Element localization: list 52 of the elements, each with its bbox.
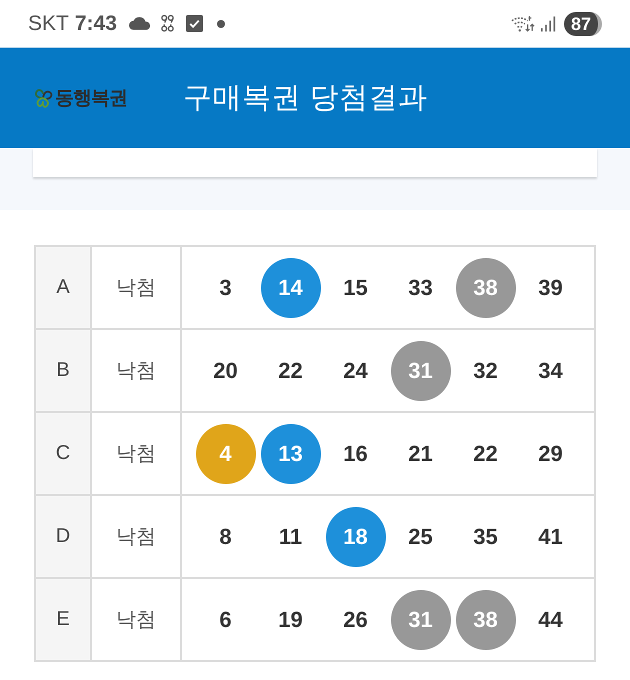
lottery-number: 33 [408,274,433,300]
number-ball: 13 [260,424,320,484]
game-label-cell: E [35,578,91,661]
logo-text: 동행복권 [55,87,127,111]
lottery-number: 35 [473,524,498,550]
cloud-icon [128,17,151,30]
lottery-number: 22 [473,440,498,466]
lottery-number: 41 [538,524,563,550]
game-label-cell: B [35,329,91,412]
lottery-number: 22 [278,358,303,384]
lottery-number: 20 [213,358,238,384]
lottery-number: 26 [343,606,368,632]
result-cell: 낙첨 [91,412,181,495]
game-label-cell: D [35,495,91,578]
number-ball: 31 [390,340,450,400]
lottery-number: 16 [343,440,368,466]
signal-icon [540,16,556,32]
result-cell: 낙첨 [91,495,181,578]
number-ball: 14 [260,258,320,318]
lottery-number: 6 [219,606,232,632]
carrier-name: SKT [28,12,69,36]
lottery-number: 29 [538,440,563,466]
battery-indicator: 87 [564,12,602,36]
lottery-number: 34 [538,358,563,384]
number-ball: 38 [456,258,516,318]
number-ball: 38 [456,590,516,650]
number-ball: 4 [196,424,256,484]
clock-time: 7:43 [74,12,117,36]
result-cell: 낙첨 [91,246,181,329]
lottery-number: 3 [219,274,232,300]
number-ball: 18 [326,506,386,566]
lottery-number: 44 [538,606,563,632]
page-title: 구매복권 당첨결과 [183,81,428,116]
clover-logo-icon [33,87,53,109]
dot-icon [216,20,225,28]
lottery-number: 32 [473,358,498,384]
app-notification-icon [160,14,174,33]
lottery-number: 15 [343,274,368,300]
lottery-number: 8 [219,524,232,550]
lottery-number: 19 [278,606,303,632]
lottery-number: 39 [538,274,563,300]
lottery-number: 24 [343,358,368,384]
checkbox-icon [186,15,203,32]
lottery-number: 21 [408,440,433,466]
number-ball: 31 [390,590,450,650]
wifi-icon [510,14,535,33]
lottery-number: 25 [408,524,433,550]
lottery-number: 11 [278,524,302,550]
game-label-cell: A [35,246,91,329]
result-cell: 낙첨 [91,329,181,412]
game-label-cell: C [35,412,91,495]
result-cell: 낙첨 [91,578,181,661]
